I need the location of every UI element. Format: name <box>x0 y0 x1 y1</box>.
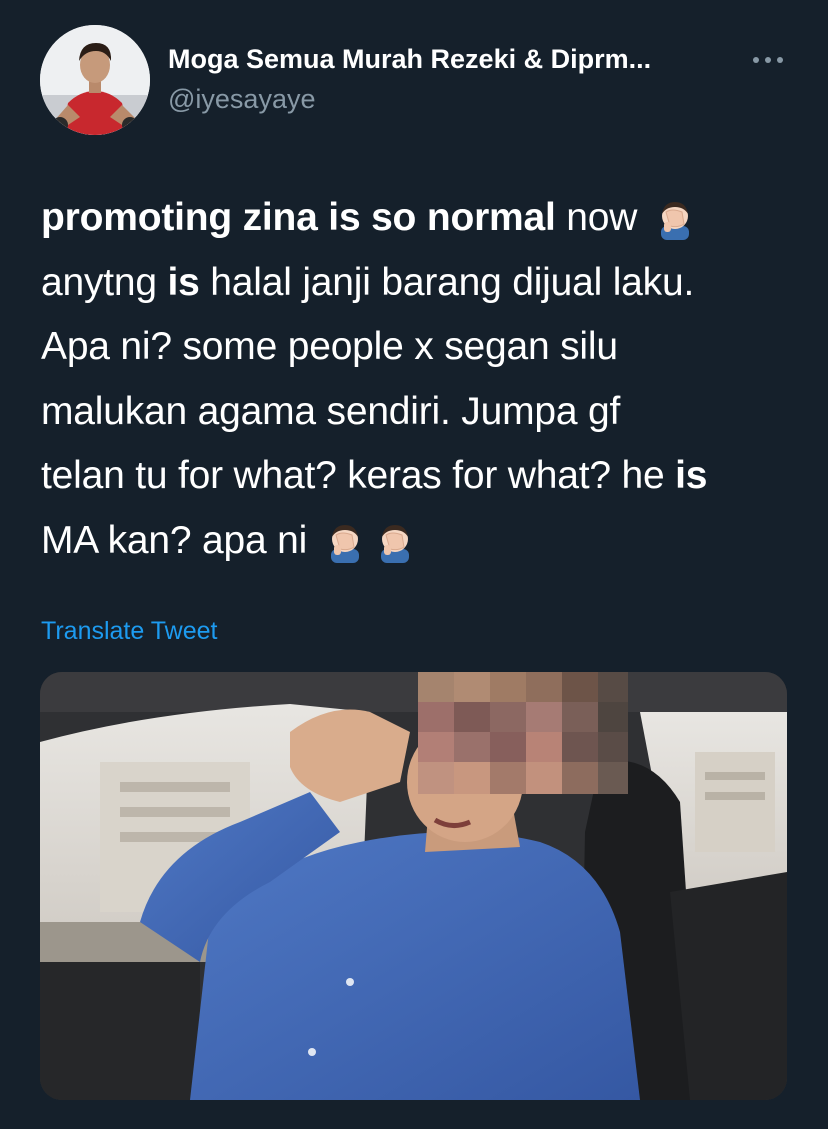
tweet-line-3: Apa ni? some people x segan silu <box>41 325 618 368</box>
man-facepalming-emoji-icon <box>652 194 698 240</box>
tweet-text-span: halal janji barang dijual laku. <box>199 260 695 304</box>
translate-tweet-link[interactable]: Translate Tweet <box>41 617 217 646</box>
tweet-text-span: now <box>555 196 638 239</box>
pixelated-face-photo-icon <box>40 672 787 1100</box>
bold-text: is <box>167 260 200 304</box>
tweet-line-2: anytng is halal janji barang dijual laku… <box>41 251 801 316</box>
man-facepalming-emoji-icon <box>372 517 418 563</box>
profile-photo-icon <box>40 25 150 135</box>
tweet-line-4: malukan agama sendiri. Jumpa gf <box>41 389 621 433</box>
avatar[interactable] <box>40 25 150 135</box>
bold-text: is <box>675 454 708 497</box>
tweet-card: Moga Semua Murah Rezeki & Diprm... @iyes… <box>0 0 828 1129</box>
bold-text: promoting zina is so normal <box>41 196 556 239</box>
tweet-text-span: MA kan? apa ni <box>41 518 308 562</box>
display-name[interactable]: Moga Semua Murah Rezeki & Diprm... <box>168 44 651 75</box>
man-facepalming-emoji-icon <box>322 517 368 563</box>
tweet-media[interactable] <box>40 672 787 1100</box>
user-handle[interactable]: @iyesayaye <box>168 84 315 115</box>
tweet-line-5: telan tu for what? keras for what? he is <box>41 444 801 509</box>
more-dots-icon[interactable] <box>748 48 788 72</box>
tweet-line-6: MA kan? apa ni <box>41 509 801 574</box>
tweet-text-span: telan tu for what? keras for what? he <box>41 454 676 497</box>
tweet-text: promoting zina is so normal now anytng i… <box>41 186 801 573</box>
tweet-text-span: anytng <box>41 260 168 304</box>
tweet-line-1: promoting zina is so normal now <box>41 186 801 251</box>
